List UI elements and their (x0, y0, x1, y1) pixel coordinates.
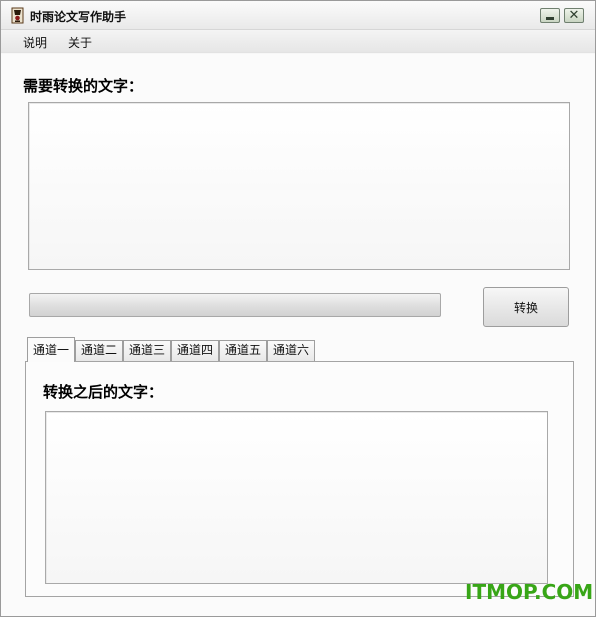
main-content: 需要转换的文字： 转换 通道一 通道二 通道三 通道四 通道五 通道六 转换之后… (1, 54, 595, 616)
menu-item-about[interactable]: 关于 (68, 34, 92, 51)
tab-channel-6[interactable]: 通道六 (267, 340, 315, 361)
menu-item-help[interactable]: 说明 (23, 34, 47, 51)
tab-channel-2[interactable]: 通道二 (75, 340, 123, 361)
progress-bar (29, 293, 441, 317)
tab-channel-4[interactable]: 通道四 (171, 340, 219, 361)
minimize-button[interactable] (540, 8, 560, 23)
close-button[interactable]: ✕ (564, 8, 584, 23)
watermark-logo: ITMOP.COM (465, 580, 594, 604)
app-icon (11, 7, 24, 24)
input-textarea[interactable] (28, 102, 570, 270)
tab-channel-5[interactable]: 通道五 (219, 340, 267, 361)
tab-channel-1[interactable]: 通道一 (27, 337, 75, 362)
app-window: 时雨论文写作助手 ✕ 说明 关于 需要转换的文字： 转换 通道一 通道二 通道三… (0, 0, 596, 617)
title-bar[interactable]: 时雨论文写作助手 ✕ (1, 1, 595, 30)
minimize-icon (546, 17, 554, 20)
convert-button[interactable]: 转换 (483, 287, 569, 327)
window-title: 时雨论文写作助手 (30, 10, 127, 24)
close-icon: ✕ (568, 8, 580, 23)
output-label: 转换之后的文字： (43, 383, 164, 401)
input-label: 需要转换的文字： (23, 77, 144, 95)
menu-bar: 说明 关于 (1, 30, 595, 53)
output-textarea[interactable] (45, 411, 548, 584)
tab-channel-3[interactable]: 通道三 (123, 340, 171, 361)
